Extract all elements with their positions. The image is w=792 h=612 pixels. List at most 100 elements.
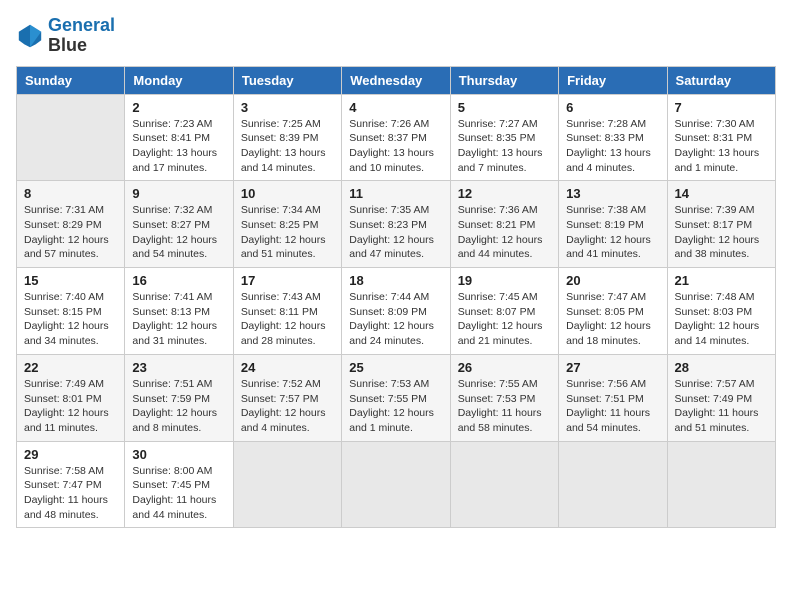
day-number: 7 [675, 100, 768, 115]
day-info: Sunrise: 7:51 AM Sunset: 7:59 PM Dayligh… [132, 377, 225, 436]
column-header-friday: Friday [559, 66, 667, 94]
day-info: Sunrise: 7:34 AM Sunset: 8:25 PM Dayligh… [241, 203, 334, 262]
day-info: Sunrise: 7:57 AM Sunset: 7:49 PM Dayligh… [675, 377, 768, 436]
calendar-cell: 19 Sunrise: 7:45 AM Sunset: 8:07 PM Dayl… [450, 268, 558, 355]
day-info: Sunrise: 7:27 AM Sunset: 8:35 PM Dayligh… [458, 117, 551, 176]
calendar-cell: 8 Sunrise: 7:31 AM Sunset: 8:29 PM Dayli… [17, 181, 125, 268]
calendar-week-4: 29 Sunrise: 7:58 AM Sunset: 7:47 PM Dayl… [17, 441, 776, 528]
calendar-cell: 24 Sunrise: 7:52 AM Sunset: 7:57 PM Dayl… [233, 354, 341, 441]
calendar-cell: 30 Sunrise: 8:00 AM Sunset: 7:45 PM Dayl… [125, 441, 233, 528]
calendar-header: SundayMondayTuesdayWednesdayThursdayFrid… [17, 66, 776, 94]
day-info: Sunrise: 7:55 AM Sunset: 7:53 PM Dayligh… [458, 377, 551, 436]
calendar-cell [233, 441, 341, 528]
day-info: Sunrise: 7:52 AM Sunset: 7:57 PM Dayligh… [241, 377, 334, 436]
day-number: 3 [241, 100, 334, 115]
day-number: 27 [566, 360, 659, 375]
column-header-saturday: Saturday [667, 66, 775, 94]
day-number: 15 [24, 273, 117, 288]
day-number: 25 [349, 360, 442, 375]
calendar-week-1: 8 Sunrise: 7:31 AM Sunset: 8:29 PM Dayli… [17, 181, 776, 268]
day-number: 22 [24, 360, 117, 375]
calendar-cell: 20 Sunrise: 7:47 AM Sunset: 8:05 PM Dayl… [559, 268, 667, 355]
calendar-cell [450, 441, 558, 528]
day-number: 19 [458, 273, 551, 288]
calendar-cell: 25 Sunrise: 7:53 AM Sunset: 7:55 PM Dayl… [342, 354, 450, 441]
day-number: 2 [132, 100, 225, 115]
calendar-cell: 15 Sunrise: 7:40 AM Sunset: 8:15 PM Dayl… [17, 268, 125, 355]
calendar-cell: 4 Sunrise: 7:26 AM Sunset: 8:37 PM Dayli… [342, 94, 450, 181]
calendar-cell [17, 94, 125, 181]
day-info: Sunrise: 7:49 AM Sunset: 8:01 PM Dayligh… [24, 377, 117, 436]
day-info: Sunrise: 8:00 AM Sunset: 7:45 PM Dayligh… [132, 464, 225, 523]
day-info: Sunrise: 7:26 AM Sunset: 8:37 PM Dayligh… [349, 117, 442, 176]
calendar-cell: 13 Sunrise: 7:38 AM Sunset: 8:19 PM Dayl… [559, 181, 667, 268]
day-number: 29 [24, 447, 117, 462]
column-header-sunday: Sunday [17, 66, 125, 94]
calendar-cell: 14 Sunrise: 7:39 AM Sunset: 8:17 PM Dayl… [667, 181, 775, 268]
column-header-wednesday: Wednesday [342, 66, 450, 94]
day-number: 16 [132, 273, 225, 288]
day-info: Sunrise: 7:40 AM Sunset: 8:15 PM Dayligh… [24, 290, 117, 349]
day-number: 4 [349, 100, 442, 115]
day-info: Sunrise: 7:35 AM Sunset: 8:23 PM Dayligh… [349, 203, 442, 262]
calendar-week-3: 22 Sunrise: 7:49 AM Sunset: 8:01 PM Dayl… [17, 354, 776, 441]
day-info: Sunrise: 7:53 AM Sunset: 7:55 PM Dayligh… [349, 377, 442, 436]
day-info: Sunrise: 7:28 AM Sunset: 8:33 PM Dayligh… [566, 117, 659, 176]
logo-text: General Blue [48, 16, 115, 56]
calendar-cell: 21 Sunrise: 7:48 AM Sunset: 8:03 PM Dayl… [667, 268, 775, 355]
calendar-week-0: 2 Sunrise: 7:23 AM Sunset: 8:41 PM Dayli… [17, 94, 776, 181]
day-info: Sunrise: 7:39 AM Sunset: 8:17 PM Dayligh… [675, 203, 768, 262]
day-info: Sunrise: 7:56 AM Sunset: 7:51 PM Dayligh… [566, 377, 659, 436]
day-info: Sunrise: 7:23 AM Sunset: 8:41 PM Dayligh… [132, 117, 225, 176]
day-number: 14 [675, 186, 768, 201]
calendar-cell: 22 Sunrise: 7:49 AM Sunset: 8:01 PM Dayl… [17, 354, 125, 441]
day-info: Sunrise: 7:44 AM Sunset: 8:09 PM Dayligh… [349, 290, 442, 349]
logo: General Blue [16, 16, 115, 56]
day-number: 26 [458, 360, 551, 375]
calendar-cell: 16 Sunrise: 7:41 AM Sunset: 8:13 PM Dayl… [125, 268, 233, 355]
calendar-cell: 26 Sunrise: 7:55 AM Sunset: 7:53 PM Dayl… [450, 354, 558, 441]
day-number: 23 [132, 360, 225, 375]
column-header-tuesday: Tuesday [233, 66, 341, 94]
calendar-cell: 10 Sunrise: 7:34 AM Sunset: 8:25 PM Dayl… [233, 181, 341, 268]
day-number: 5 [458, 100, 551, 115]
calendar-week-2: 15 Sunrise: 7:40 AM Sunset: 8:15 PM Dayl… [17, 268, 776, 355]
day-info: Sunrise: 7:45 AM Sunset: 8:07 PM Dayligh… [458, 290, 551, 349]
day-number: 12 [458, 186, 551, 201]
calendar-cell: 11 Sunrise: 7:35 AM Sunset: 8:23 PM Dayl… [342, 181, 450, 268]
calendar-cell [667, 441, 775, 528]
day-info: Sunrise: 7:32 AM Sunset: 8:27 PM Dayligh… [132, 203, 225, 262]
calendar-cell: 7 Sunrise: 7:30 AM Sunset: 8:31 PM Dayli… [667, 94, 775, 181]
day-number: 17 [241, 273, 334, 288]
day-number: 6 [566, 100, 659, 115]
day-info: Sunrise: 7:41 AM Sunset: 8:13 PM Dayligh… [132, 290, 225, 349]
day-number: 13 [566, 186, 659, 201]
day-info: Sunrise: 7:48 AM Sunset: 8:03 PM Dayligh… [675, 290, 768, 349]
logo-icon [16, 22, 44, 50]
calendar-cell: 17 Sunrise: 7:43 AM Sunset: 8:11 PM Dayl… [233, 268, 341, 355]
calendar-cell: 5 Sunrise: 7:27 AM Sunset: 8:35 PM Dayli… [450, 94, 558, 181]
page-header: General Blue [16, 16, 776, 56]
day-info: Sunrise: 7:25 AM Sunset: 8:39 PM Dayligh… [241, 117, 334, 176]
calendar-table: SundayMondayTuesdayWednesdayThursdayFrid… [16, 66, 776, 529]
day-info: Sunrise: 7:58 AM Sunset: 7:47 PM Dayligh… [24, 464, 117, 523]
calendar-cell: 9 Sunrise: 7:32 AM Sunset: 8:27 PM Dayli… [125, 181, 233, 268]
day-info: Sunrise: 7:38 AM Sunset: 8:19 PM Dayligh… [566, 203, 659, 262]
day-info: Sunrise: 7:36 AM Sunset: 8:21 PM Dayligh… [458, 203, 551, 262]
calendar-cell [342, 441, 450, 528]
day-number: 9 [132, 186, 225, 201]
calendar-cell: 23 Sunrise: 7:51 AM Sunset: 7:59 PM Dayl… [125, 354, 233, 441]
day-number: 24 [241, 360, 334, 375]
calendar-cell: 12 Sunrise: 7:36 AM Sunset: 8:21 PM Dayl… [450, 181, 558, 268]
day-number: 28 [675, 360, 768, 375]
calendar-cell: 2 Sunrise: 7:23 AM Sunset: 8:41 PM Dayli… [125, 94, 233, 181]
day-number: 8 [24, 186, 117, 201]
day-info: Sunrise: 7:43 AM Sunset: 8:11 PM Dayligh… [241, 290, 334, 349]
day-info: Sunrise: 7:30 AM Sunset: 8:31 PM Dayligh… [675, 117, 768, 176]
day-number: 11 [349, 186, 442, 201]
day-number: 10 [241, 186, 334, 201]
day-number: 20 [566, 273, 659, 288]
day-info: Sunrise: 7:47 AM Sunset: 8:05 PM Dayligh… [566, 290, 659, 349]
calendar-cell: 29 Sunrise: 7:58 AM Sunset: 7:47 PM Dayl… [17, 441, 125, 528]
calendar-cell: 6 Sunrise: 7:28 AM Sunset: 8:33 PM Dayli… [559, 94, 667, 181]
